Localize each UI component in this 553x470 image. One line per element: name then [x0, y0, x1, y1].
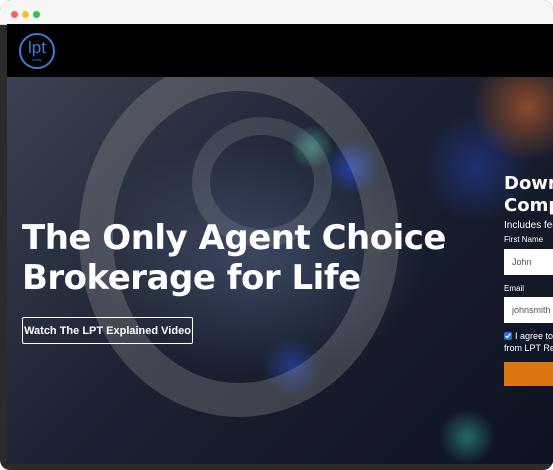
form-subtitle: Includes fee	[504, 220, 553, 231]
first-name-label: First Name	[504, 235, 544, 244]
first-name-input[interactable]	[504, 249, 553, 275]
download-form: DownComp Includes fee First Name Email I…	[504, 173, 553, 413]
hero-section: The Only Agent Choice Brokerage for Life…	[7, 77, 553, 464]
lpt-logo[interactable]: lpt realty	[19, 33, 55, 69]
agree-checkbox[interactable]	[504, 332, 512, 340]
email-label: Email	[504, 284, 525, 293]
top-navigation-bar: lpt realty	[7, 24, 553, 77]
browser-window: lpt realty The Only Agent Choice Brokera…	[0, 0, 553, 470]
page-viewport: lpt realty The Only Agent Choice Brokera…	[7, 24, 553, 464]
email-input[interactable]	[504, 297, 553, 323]
watch-video-button[interactable]: Watch The LPT Explained Video	[22, 317, 193, 344]
logo-text: lpt	[28, 38, 46, 57]
form-title: DownComp	[504, 173, 553, 217]
hero-headline: The Only Agent Choice Brokerage for Life	[22, 218, 446, 298]
form-title-line1: Down	[504, 173, 553, 194]
close-window-button[interactable]	[11, 11, 18, 18]
maximize-window-button[interactable]	[33, 11, 40, 18]
submit-button[interactable]	[504, 362, 553, 386]
browser-titlebar	[0, 0, 553, 25]
form-title-line2: Comp	[504, 195, 553, 216]
logo-subtext: realty	[32, 57, 42, 62]
agree-text-line2: from LPT Re	[504, 343, 553, 353]
minimize-window-button[interactable]	[22, 11, 29, 18]
agree-text-line1: I agree to	[515, 331, 553, 341]
